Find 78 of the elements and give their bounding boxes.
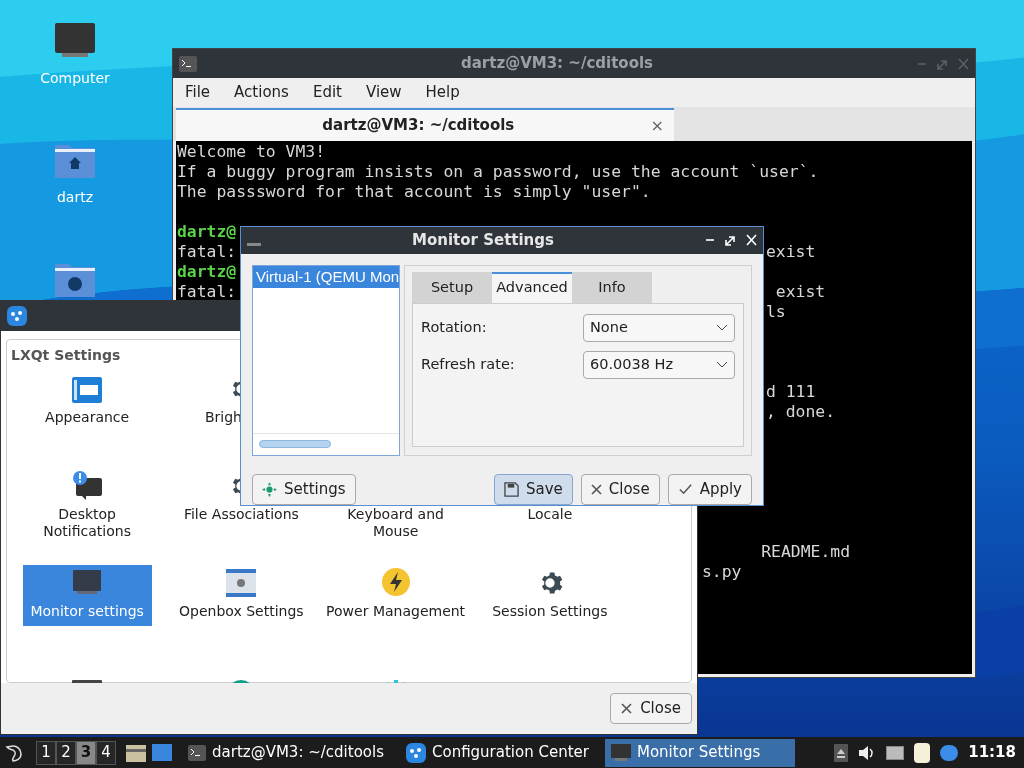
output-text: README.md <box>760 542 851 562</box>
prompt-text: dartz@ <box>177 262 237 281</box>
menu-item[interactable]: File <box>185 81 211 104</box>
menu-item[interactable]: Edit <box>312 81 342 104</box>
dropdown[interactable]: None <box>583 313 735 342</box>
terminal-icon <box>179 55 197 72</box>
tab[interactable]: Info <box>572 271 652 303</box>
task-button[interactable]: Monitor Settings <box>604 738 795 767</box>
task-button[interactable]: dartz@VM3: ~/cditools <box>182 738 390 767</box>
notification-icon[interactable] <box>940 744 959 761</box>
settings-button[interactable]: Settings <box>252 474 356 505</box>
app-icon <box>406 742 426 763</box>
task-button[interactable]: Configuration Center <box>400 738 595 767</box>
settings-window-icon <box>226 569 257 597</box>
window-icon <box>247 242 261 246</box>
desktop-switch[interactable]: 3 <box>76 740 96 765</box>
output-text: fatal: <box>177 242 237 261</box>
window-title: Monitor Settings <box>411 230 555 252</box>
terminal-icon <box>188 744 206 761</box>
close-icon[interactable]: × <box>650 113 664 138</box>
output-text: , done. <box>766 402 836 422</box>
check-icon <box>677 482 693 497</box>
clipboard-icon[interactable] <box>914 742 931 763</box>
dialog-button[interactable]: Apply <box>667 474 752 505</box>
clock: 11:18 <box>968 742 1017 764</box>
tab[interactable]: Setup <box>412 271 492 303</box>
settings-item[interactable]: Session Settings <box>485 565 615 626</box>
tab[interactable]: Advanced <box>492 271 572 303</box>
eject-icon[interactable] <box>834 743 849 762</box>
notification-icon <box>72 470 103 500</box>
close-icon <box>590 484 602 495</box>
desktop-switch[interactable]: 2 <box>56 740 76 765</box>
output-text: fatal: <box>177 282 237 301</box>
desktop-switch[interactable]: 4 <box>96 740 116 765</box>
dropdown[interactable]: 60.0038 Hz <box>583 350 735 379</box>
settings-item[interactable]: Power Management <box>322 565 470 626</box>
output-text: d 111 <box>766 382 816 402</box>
settings-item[interactable]: Openbox Settings <box>175 565 308 626</box>
settings-item[interactable]: Desktop Notifications <box>10 468 165 546</box>
output-text: s.py <box>702 562 742 582</box>
monitor-icon <box>610 743 631 762</box>
output-text: If a buggy program insists on a password, use the account `user`. <box>177 162 819 181</box>
output-text: ls <box>766 302 786 322</box>
save-icon <box>503 482 519 497</box>
terminal-tab[interactable]: dartz@VM3: ~/cditools × <box>176 108 674 141</box>
window-controls-icon[interactable] <box>705 234 757 247</box>
prompt-text: dartz@ <box>177 222 237 241</box>
menu-item[interactable]: Help <box>425 81 460 104</box>
icon-label: dartz <box>56 188 94 207</box>
close-icon <box>621 703 633 714</box>
monitor-icon <box>54 22 96 60</box>
dialog-button[interactable]: Close <box>580 474 660 505</box>
field-label: Refresh rate: <box>421 354 515 374</box>
lightning-icon <box>380 567 411 597</box>
network-icon[interactable] <box>886 745 905 760</box>
output-text: exist <box>766 242 816 262</box>
app-icon <box>7 306 27 326</box>
output-text: exist <box>774 282 826 302</box>
file-manager-icon[interactable] <box>126 742 146 763</box>
menu-item[interactable]: Actions <box>234 81 289 104</box>
window-title: dartz@VM3: ~/cditools <box>460 53 654 75</box>
scrollbar <box>259 440 331 449</box>
field-label: Rotation: <box>421 317 487 337</box>
output-text: Welcome to VM3! <box>177 142 326 161</box>
close-button[interactable]: Close <box>610 693 692 724</box>
icon-label: Computer <box>40 69 110 88</box>
list-item[interactable]: Virtual-1 (QEMU Mon <box>253 265 399 288</box>
menu-item[interactable]: View <box>365 81 402 104</box>
chevron-icon <box>716 360 728 369</box>
settings-item[interactable]: Appearance <box>22 371 152 432</box>
chevron-icon <box>716 323 728 332</box>
desktop-switch[interactable]: 1 <box>36 740 56 765</box>
monitor-icon <box>72 569 103 597</box>
window-icon <box>72 377 103 403</box>
dialog-button[interactable]: Save <box>493 474 573 505</box>
group-title: LXQt Settings <box>11 346 121 365</box>
settings-item[interactable]: Monitor settings <box>22 565 152 626</box>
output-text: The passsword for that account is simply "user". <box>177 182 651 201</box>
